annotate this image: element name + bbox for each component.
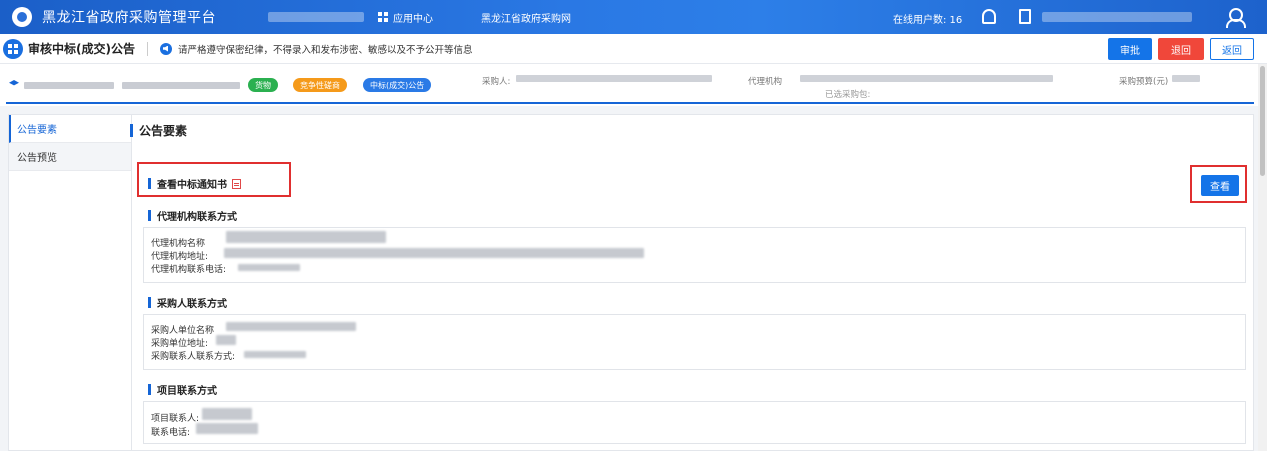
approve-button[interactable]: 审批 xyxy=(1108,38,1152,60)
redacted-nav-item xyxy=(268,12,364,22)
redacted-project-contact xyxy=(202,408,252,420)
reject-button[interactable]: 退回 xyxy=(1158,38,1204,60)
redacted-purchaser xyxy=(516,75,712,82)
view-award-notice-button[interactable]: 查看 xyxy=(1201,175,1239,196)
agency-address-label: 代理机构地址: xyxy=(151,252,209,262)
project-phone-label: 联系电话: xyxy=(151,428,191,438)
project-contact-title-text: 项目联系方式 xyxy=(157,386,217,397)
top-bar: 黑龙江省政府采购管理平台 应用中心 黑龙江省政府采购网 在线用户数: 16 xyxy=(0,0,1267,34)
agency-label: 代理机构 xyxy=(748,77,783,87)
agency-contact-title-text: 代理机构联系方式 xyxy=(157,212,237,223)
online-users-count: 在线用户数: 16 xyxy=(893,15,963,26)
procurement-site-link[interactable]: 黑龙江省政府采购网 xyxy=(481,10,571,25)
agency-contact-title: 代理机构联系方式 xyxy=(148,208,237,223)
confidentiality-notice: 请严格遵守保密纪律，不得录入和发布涉密、敏感以及不予公开等信息 xyxy=(177,44,473,56)
project-contact-label: 项目联系人: xyxy=(151,414,200,424)
accent-bar xyxy=(130,124,133,137)
apps-menu-button[interactable] xyxy=(3,38,23,59)
agency-contact-box: 代理机构名称 代理机构地址: 代理机构联系电话: xyxy=(143,227,1246,283)
purchaser-name-label: 采购人单位名称 xyxy=(151,326,215,336)
accent-bar xyxy=(148,297,151,308)
accent-bar xyxy=(148,210,151,221)
redacted-purchaser-phone xyxy=(244,351,306,358)
redacted-user-name xyxy=(1042,12,1192,22)
speaker-icon xyxy=(159,42,172,55)
redacted-agency-phone xyxy=(238,264,300,271)
accent-bar xyxy=(148,178,151,189)
bell-icon[interactable] xyxy=(982,9,996,24)
purchaser-address-label: 采购单位地址: xyxy=(151,339,209,349)
budget-label: 采购预算(元) xyxy=(1119,77,1169,87)
divider xyxy=(146,41,148,56)
app-center-link[interactable]: 应用中心 xyxy=(378,10,433,25)
redacted-project-name xyxy=(24,82,114,89)
purchaser-label: 采购人: xyxy=(482,77,511,87)
agency-name-label: 代理机构名称 xyxy=(151,239,206,249)
back-button[interactable]: 返回 xyxy=(1210,38,1254,60)
redacted-agency-address xyxy=(224,248,644,258)
document-icon[interactable] xyxy=(1019,9,1031,24)
redacted-purchaser-address xyxy=(216,335,236,345)
accent-bar xyxy=(148,384,151,395)
info-underline xyxy=(6,102,1254,104)
tag-goods: 货物 xyxy=(248,78,278,92)
purchaser-contact-title-text: 采购人联系方式 xyxy=(157,299,227,310)
layers-icon xyxy=(9,80,19,86)
project-info-strip: 货物 竞争性磋商 中标(成交)公告 采购人: 代理机构 已选采购包: 采购预算(… xyxy=(0,64,1267,106)
selected-package-label: 已选采购包: xyxy=(825,90,871,100)
redacted-agency xyxy=(800,75,1053,82)
redacted-agency-name xyxy=(226,231,386,243)
sub-header: 审核中标(成交)公告 请严格遵守保密纪律，不得录入和发布涉密、敏感以及不予公开等… xyxy=(0,34,1267,64)
award-notice-title: 查看中标通知书 xyxy=(148,176,241,191)
redacted-project-code xyxy=(122,82,240,89)
nav-item-announcement-preview[interactable]: 公告预览 xyxy=(9,143,131,171)
tag-award-notice: 中标(成交)公告 xyxy=(363,78,432,92)
grid-icon xyxy=(378,12,388,22)
platform-logo-icon xyxy=(12,7,32,27)
nav-item-announcement-elements[interactable]: 公告要素 xyxy=(9,115,131,143)
redacted-budget xyxy=(1172,75,1200,82)
purchaser-phone-label: 采购联系人联系方式: xyxy=(151,352,236,362)
app-center-label: 应用中心 xyxy=(393,13,433,25)
section-title: 公告要素 xyxy=(130,122,187,139)
user-icon[interactable] xyxy=(1226,8,1246,28)
redacted-project-phone xyxy=(196,423,258,434)
tag-competitive-consultation: 竞争性磋商 xyxy=(293,78,347,92)
project-contact-box: 项目联系人: 联系电话: xyxy=(143,401,1246,444)
scrollbar-thumb[interactable] xyxy=(1260,66,1265,176)
purchaser-contact-box: 采购人单位名称 采购单位地址: 采购联系人联系方式: xyxy=(143,314,1246,370)
agency-phone-label: 代理机构联系电话: xyxy=(151,265,227,275)
top-nav: 应用中心 黑龙江省政府采购网 xyxy=(268,0,571,34)
pdf-icon[interactable] xyxy=(232,178,241,189)
section-title-text: 公告要素 xyxy=(139,124,188,138)
left-nav: 公告要素 公告预览 xyxy=(8,114,132,451)
project-contact-title: 项目联系方式 xyxy=(148,382,217,397)
page-title: 审核中标(成交)公告 xyxy=(28,42,135,56)
award-notice-title-text: 查看中标通知书 xyxy=(157,180,227,191)
platform-title: 黑龙江省政府采购管理平台 xyxy=(42,10,216,26)
redacted-purchaser-name xyxy=(226,322,356,331)
purchaser-contact-title: 采购人联系方式 xyxy=(148,295,227,310)
grid-icon xyxy=(8,43,18,54)
